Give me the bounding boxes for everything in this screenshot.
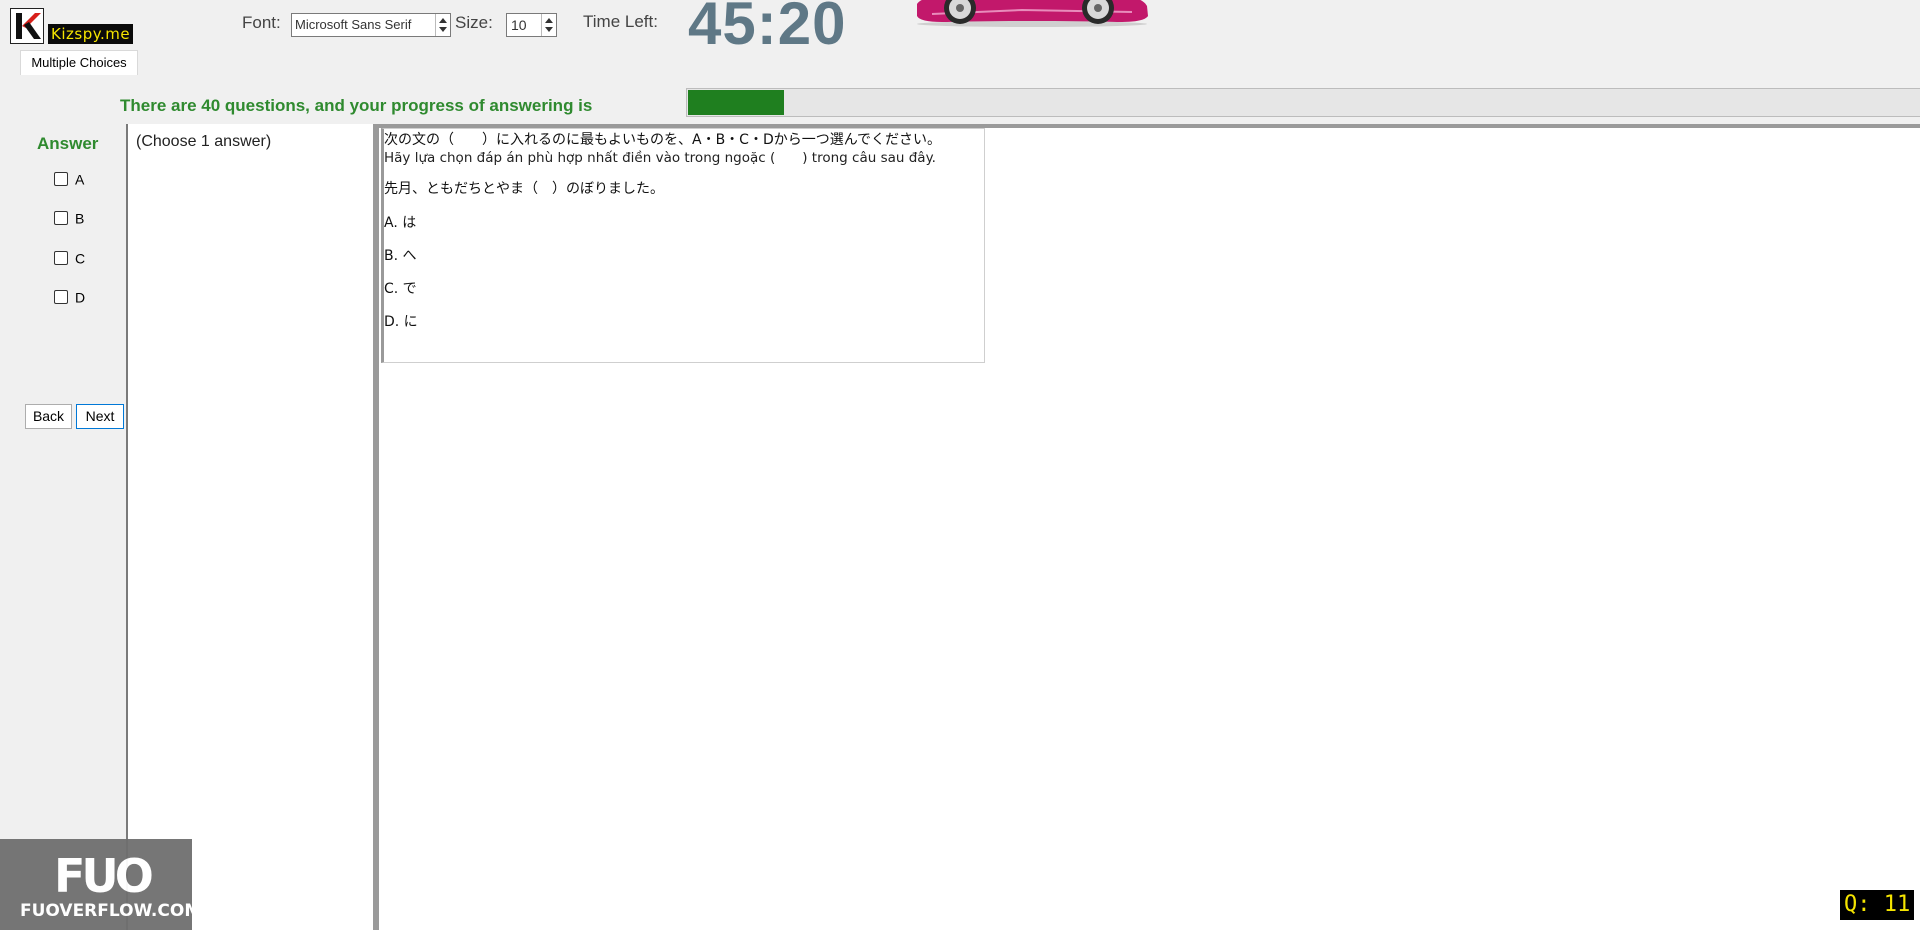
instruction-text: (Choose 1 answer)	[136, 133, 272, 150]
back-button[interactable]: Back	[25, 404, 72, 429]
answer-option-a[interactable]: A	[54, 170, 84, 187]
size-value: 10	[511, 17, 527, 33]
answer-option-c[interactable]: C	[54, 249, 85, 266]
answer-option-b[interactable]: B	[54, 209, 84, 226]
progress-description: There are 40 questions, and your progres…	[120, 96, 593, 115]
question-counter: Q: 11	[1840, 890, 1915, 920]
watermark-text: FUOVERFLOW.COM	[20, 901, 202, 921]
countdown-timer: 45:20	[688, 0, 847, 57]
choice-d: D. に	[384, 314, 418, 330]
checkbox-b[interactable]	[54, 211, 68, 226]
tab-multiple-choices[interactable]: Multiple Choices	[20, 50, 138, 75]
checkbox-c[interactable]	[54, 251, 68, 266]
watermark-logo: FUO	[54, 849, 154, 903]
font-label: Font:	[242, 13, 281, 32]
size-stepper[interactable]: 10	[506, 13, 557, 37]
app-logo: Kizspy.me	[10, 8, 142, 48]
k-logo-icon	[10, 8, 44, 44]
brand-name: Kizspy.me	[48, 24, 134, 44]
checkbox-a[interactable]	[54, 172, 68, 187]
choice-a: A. は	[384, 215, 417, 231]
font-select-value: Microsoft Sans Serif	[295, 17, 412, 32]
instruction-panel	[126, 124, 373, 930]
question-prompt-vi: Hãy lựa chọn đáp án phù hợp nhất điền và…	[384, 150, 936, 166]
font-spinner-icon[interactable]	[435, 14, 450, 36]
time-left-label: Time Left:	[583, 12, 658, 31]
progress-bar	[686, 88, 1920, 117]
checkbox-d[interactable]	[54, 290, 68, 305]
answer-title: Answer	[37, 134, 99, 153]
car-image	[917, 0, 1148, 27]
size-label: Size:	[455, 13, 493, 32]
answer-option-d[interactable]: D	[54, 288, 85, 305]
choice-b: B. へ	[384, 248, 417, 264]
watermark: FUO FUOVERFLOW.COM	[0, 839, 201, 930]
question-sentence: 先月、ともだちとやま（ ）のぼりました。	[384, 181, 664, 197]
choice-c: C. で	[384, 281, 417, 297]
answer-panel	[20, 124, 126, 930]
font-select[interactable]: Microsoft Sans Serif	[291, 13, 451, 37]
progress-bar-fill	[688, 90, 784, 115]
next-button[interactable]: Next	[76, 404, 124, 429]
size-spinner-icon[interactable]	[541, 14, 556, 36]
